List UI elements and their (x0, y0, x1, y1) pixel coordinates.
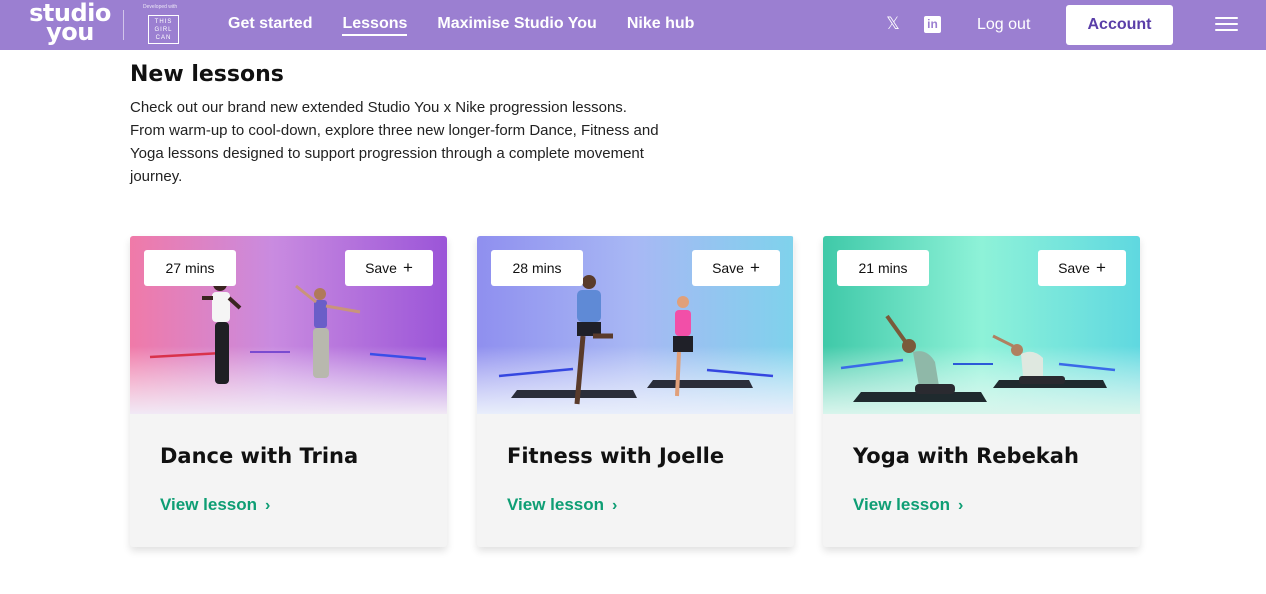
duration-badge: 27 mins (144, 250, 236, 286)
nav-maximise-studio-you[interactable]: Maximise Studio You (437, 15, 596, 35)
top-navigation-bar: studio you Developed with THIS GIRL CAN … (0, 0, 1266, 50)
save-label: Save (365, 260, 397, 276)
lesson-card-yoga[interactable]: 21 mins Save + Yoga with Rebekah View les… (823, 236, 1140, 547)
chevron-right-icon: › (612, 497, 618, 514)
view-lesson-label: View lesson (507, 495, 605, 514)
view-lesson-label: View lesson (853, 495, 951, 514)
lesson-title[interactable]: Yoga with Rebekah (853, 444, 1079, 468)
lesson-thumbnail-fitness[interactable]: 28 mins Save + (477, 236, 794, 414)
plus-icon: + (749, 258, 760, 277)
lesson-card-fitness[interactable]: 28 mins Save + Fitness with Joelle View l… (477, 236, 794, 547)
partner-caption: Developed with (143, 4, 178, 10)
logout-link[interactable]: Log out (977, 16, 1030, 34)
hamburger-menu-icon[interactable] (1215, 17, 1238, 33)
chevron-right-icon: › (265, 497, 271, 514)
intro-line: journey. (130, 168, 183, 185)
view-lesson-link[interactable]: View lesson › (853, 495, 963, 515)
duration-badge: 21 mins (837, 250, 929, 286)
intro-line: Check out our brand new extended Studio … (130, 99, 627, 116)
studio-you-logo[interactable]: studio you (26, 1, 114, 47)
save-label: Save (712, 260, 744, 276)
nav-nike-hub[interactable]: Nike hub (627, 15, 695, 35)
this-girl-can-badge[interactable]: THIS GIRL CAN (148, 15, 179, 44)
nav-lessons[interactable]: Lessons (342, 15, 408, 36)
x-icon[interactable]: 𝕏 (884, 15, 902, 33)
nav-get-started[interactable]: Get started (228, 15, 312, 35)
linkedin-icon[interactable]: in (924, 16, 941, 33)
lesson-title[interactable]: Fitness with Joelle (507, 444, 724, 468)
save-label: Save (1058, 260, 1090, 276)
intro-line: From warm-up to cool-down, explore three… (130, 122, 659, 139)
save-button[interactable]: Save + (692, 250, 780, 286)
view-lesson-link[interactable]: View lesson › (507, 495, 617, 515)
intro-text: Check out our brand new extended Studio … (130, 96, 700, 188)
save-button[interactable]: Save + (345, 250, 433, 286)
lesson-thumbnail-yoga[interactable]: 21 mins Save + (823, 236, 1140, 414)
main-nav: Get started Lessons Maximise Studio You … (228, 0, 724, 50)
lesson-card-dance[interactable]: 27 mins Save + Dance with Trina View less… (130, 236, 447, 547)
plus-icon: + (402, 258, 413, 277)
view-lesson-link[interactable]: View lesson › (160, 495, 270, 515)
save-button[interactable]: Save + (1038, 250, 1126, 286)
plus-icon: + (1095, 258, 1106, 277)
chevron-right-icon: › (958, 497, 964, 514)
intro-line: Yoga lessons designed to support progres… (130, 145, 644, 162)
duration-badge: 28 mins (491, 250, 583, 286)
page-title: New lessons (130, 62, 284, 87)
logo-divider (123, 10, 124, 40)
lesson-title[interactable]: Dance with Trina (160, 444, 358, 468)
lesson-thumbnail-dance[interactable]: 27 mins Save + (130, 236, 447, 414)
view-lesson-label: View lesson (160, 495, 258, 514)
account-button[interactable]: Account (1066, 5, 1173, 45)
